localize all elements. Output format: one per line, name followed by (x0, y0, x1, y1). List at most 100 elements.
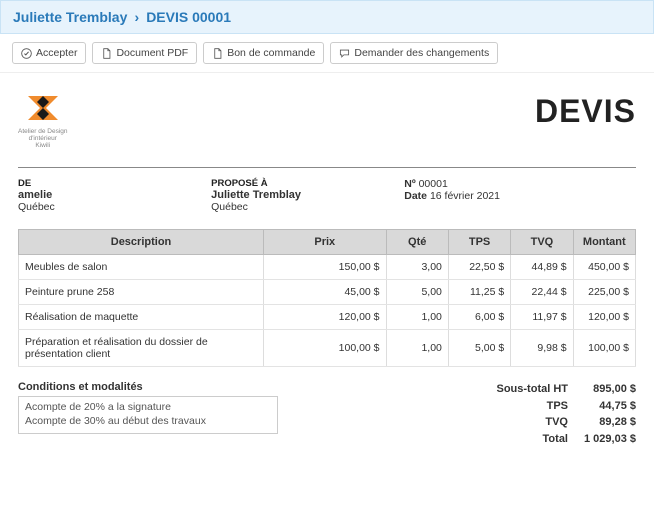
accept-label: Accepter (36, 47, 77, 59)
cell-desc: Peinture prune 258 (19, 280, 264, 305)
check-icon (21, 48, 32, 59)
cell-price: 45,00 $ (264, 280, 387, 305)
no-label: Nº (404, 178, 415, 190)
cell-qty: 1,00 (386, 330, 448, 367)
breadcrumb-separator: › (130, 9, 143, 25)
file-icon (212, 48, 223, 59)
logo-icon (20, 93, 66, 123)
po-label: Bon de commande (227, 47, 315, 59)
cell-tps: 6,00 $ (448, 305, 510, 330)
col-price: Prix (264, 230, 387, 255)
terms-line: Acompte de 30% au début des travaux (25, 415, 271, 429)
cell-price: 120,00 $ (264, 305, 387, 330)
document-title: DEVIS (535, 93, 636, 130)
cell-amount: 450,00 $ (573, 255, 635, 280)
cell-amount: 225,00 $ (573, 280, 635, 305)
cell-qty: 3,00 (386, 255, 448, 280)
totals-block: Sous-total HT 895,00 $ TPS 44,75 $ TVQ 8… (478, 381, 636, 447)
cell-qty: 5,00 (386, 280, 448, 305)
from-city: Québec (18, 201, 211, 213)
doc-number: Nº 00001 (404, 178, 636, 190)
table-row: Réalisation de maquette 120,00 $ 1,00 6,… (19, 305, 636, 330)
tvq-row: TVQ 89,28 $ (478, 414, 636, 431)
logo-line2: d'intérieur (18, 135, 68, 142)
breadcrumb-document: DEVIS 00001 (146, 9, 231, 25)
breadcrumb-customer-link[interactable]: Juliette Tremblay (13, 9, 127, 25)
date-value: 16 février 2021 (430, 190, 500, 202)
cell-tps: 11,25 $ (448, 280, 510, 305)
tvq-total-value: 89,28 $ (580, 414, 636, 431)
terms-title: Conditions et modalités (18, 381, 278, 393)
from-name: amelie (18, 189, 211, 201)
cell-amount: 100,00 $ (573, 330, 635, 367)
cell-desc: Meubles de salon (19, 255, 264, 280)
to-label: PROPOSÉ À (211, 178, 404, 189)
total-label: Total (478, 431, 568, 448)
logo-text: Atelier de Design d'intérieur Kiwili (18, 128, 68, 149)
cell-tps: 22,50 $ (448, 255, 510, 280)
cell-qty: 1,00 (386, 305, 448, 330)
date-label: Date (404, 190, 427, 202)
cell-amount: 120,00 $ (573, 305, 635, 330)
cell-tvq: 11,97 $ (511, 305, 573, 330)
pdf-button[interactable]: Document PDF (92, 42, 197, 64)
no-value: 00001 (419, 178, 448, 190)
total-value: 1 029,03 $ (580, 431, 636, 448)
to-name: Juliette Tremblay (211, 189, 404, 201)
to-city: Québec (211, 201, 404, 213)
document-sheet: Atelier de Design d'intérieur Kiwili DEV… (0, 73, 654, 447)
terms-box: Acompte de 20% a la signature Acompte de… (18, 396, 278, 433)
col-amount: Montant (573, 230, 635, 255)
tps-total-label: TPS (478, 398, 568, 415)
from-label: DE (18, 178, 211, 189)
purchase-order-button[interactable]: Bon de commande (203, 42, 324, 64)
cell-tps: 5,00 $ (448, 330, 510, 367)
logo-line3: Kiwili (18, 142, 68, 149)
cell-price: 100,00 $ (264, 330, 387, 367)
cell-price: 150,00 $ (264, 255, 387, 280)
subtotal-label: Sous-total HT (478, 381, 568, 398)
to-block: PROPOSÉ À Juliette Tremblay Québec (211, 178, 404, 213)
tps-total-value: 44,75 $ (580, 398, 636, 415)
terms-line: Acompte de 20% a la signature (25, 401, 271, 415)
col-qty: Qté (386, 230, 448, 255)
subtotal-row: Sous-total HT 895,00 $ (478, 381, 636, 398)
cell-desc: Réalisation de maquette (19, 305, 264, 330)
logo-line1: Atelier de Design (18, 128, 68, 135)
request-changes-button[interactable]: Demander des changements (330, 42, 498, 64)
subtotal-value: 895,00 $ (580, 381, 636, 398)
tps-row: TPS 44,75 $ (478, 398, 636, 415)
col-description: Description (19, 230, 264, 255)
cell-tvq: 44,89 $ (511, 255, 573, 280)
toolbar: Accepter Document PDF Bon de commande De… (0, 34, 654, 73)
divider (18, 167, 636, 168)
document-footer: Conditions et modalités Acompte de 20% a… (18, 381, 636, 447)
col-tps: TPS (448, 230, 510, 255)
info-row: DE amelie Québec PROPOSÉ À Juliette Trem… (18, 174, 636, 223)
table-header-row: Description Prix Qté TPS TVQ Montant (19, 230, 636, 255)
comment-icon (339, 48, 350, 59)
table-row: Meubles de salon 150,00 $ 3,00 22,50 $ 4… (19, 255, 636, 280)
table-body: Meubles de salon 150,00 $ 3,00 22,50 $ 4… (19, 255, 636, 367)
breadcrumb: Juliette Tremblay › DEVIS 00001 (0, 0, 654, 34)
cell-desc: Préparation et réalisation du dossier de… (19, 330, 264, 367)
grand-total-row: Total 1 029,03 $ (478, 431, 636, 448)
from-block: DE amelie Québec (18, 178, 211, 213)
pdf-label: Document PDF (116, 47, 188, 59)
file-icon (101, 48, 112, 59)
tvq-total-label: TVQ (478, 414, 568, 431)
page: Juliette Tremblay › DEVIS 00001 Accepter… (0, 0, 654, 529)
cell-tvq: 22,44 $ (511, 280, 573, 305)
accept-button[interactable]: Accepter (12, 42, 86, 64)
table-row: Peinture prune 258 45,00 $ 5,00 11,25 $ … (19, 280, 636, 305)
company-logo: Atelier de Design d'intérieur Kiwili (18, 93, 68, 149)
meta-block: Nº 00001 Date 16 février 2021 (404, 178, 636, 213)
doc-date: Date 16 février 2021 (404, 190, 636, 202)
document-header: Atelier de Design d'intérieur Kiwili DEV… (18, 87, 636, 167)
col-tvq: TVQ (511, 230, 573, 255)
cell-tvq: 9,98 $ (511, 330, 573, 367)
line-items-table: Description Prix Qté TPS TVQ Montant Meu… (18, 229, 636, 367)
terms-block: Conditions et modalités Acompte de 20% a… (18, 381, 278, 447)
table-row: Préparation et réalisation du dossier de… (19, 330, 636, 367)
changes-label: Demander des changements (354, 47, 489, 59)
